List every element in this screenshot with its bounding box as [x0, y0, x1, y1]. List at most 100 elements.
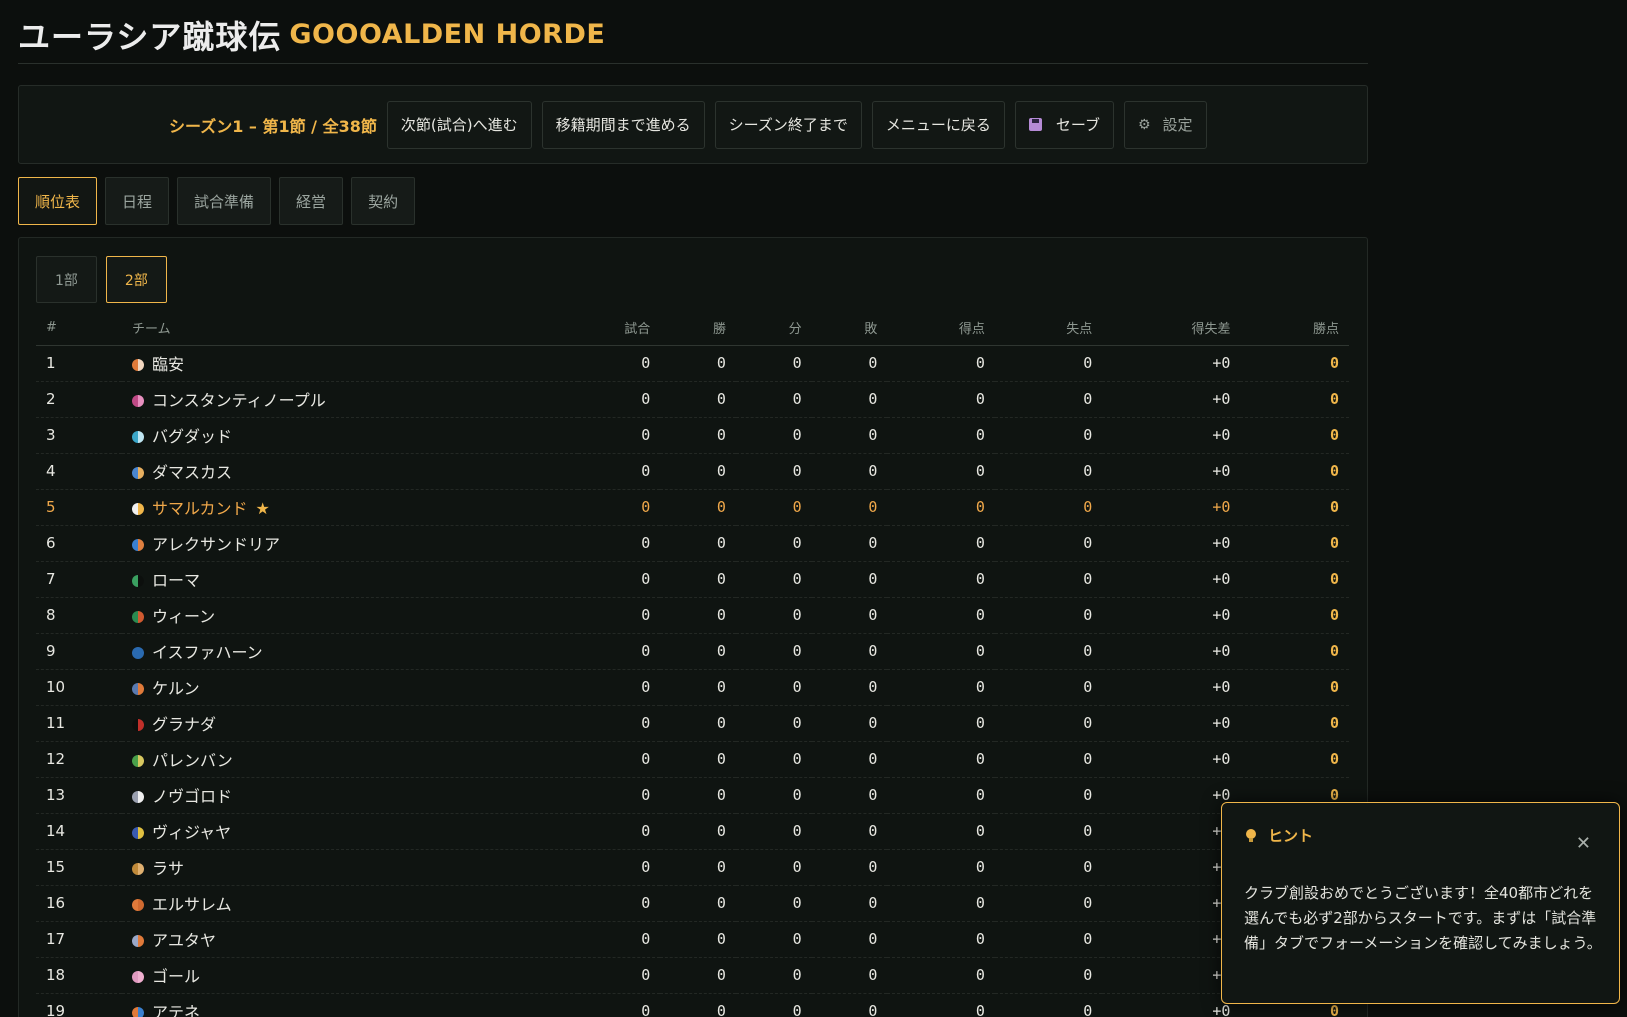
table-row[interactable]: 7 ローマ 0 0 0 0 0 0 +0 0 — [36, 561, 1349, 598]
table-row[interactable]: 14ヴィジャヤ000000+00 — [36, 813, 1349, 850]
tab-schedule[interactable]: 日程 — [105, 177, 170, 225]
goals-against-cell: 0 — [994, 669, 1103, 706]
table-row[interactable]: 8 ウィーン 0 0 0 0 0 0 +0 0 — [36, 597, 1349, 634]
goals-for-cell: 0 — [887, 345, 995, 382]
team-cell: ウィーン — [121, 597, 579, 634]
played-cell: 0 — [578, 489, 661, 526]
points-cell: 0 — [1240, 489, 1349, 526]
table-row[interactable]: 16エルサレム000000+00 — [36, 885, 1349, 922]
advance-to-transfer-button[interactable]: 移籍期間まで進める — [541, 100, 705, 149]
goals-for-cell: 0 — [887, 525, 995, 562]
tab-division-2-label: 2部 — [124, 272, 148, 289]
drawn-cell: 0 — [735, 561, 812, 598]
advance-to-season-end-button[interactable]: シーズン終了まで — [714, 100, 862, 149]
app-title: ユーラシア蹴球伝 — [18, 17, 282, 56]
table-row[interactable]: 18ゴール000000+00 — [36, 957, 1349, 994]
back-to-menu-button[interactable]: メニューに戻る — [871, 100, 1005, 149]
played-cell: 0 — [578, 849, 661, 886]
team-name: イスファハーン — [151, 643, 263, 662]
table-row[interactable]: 2 コンスタンティノープル 0 0 0 0 0 0 +0 0 — [36, 381, 1349, 418]
points-cell: 0 — [1240, 633, 1349, 670]
drawn-cell: 0 — [735, 885, 812, 922]
played-cell: 0 — [578, 777, 661, 814]
table-row[interactable]: 10 ケルン 0 0 0 0 0 0 +0 0 — [36, 669, 1349, 706]
goal-difference-cell: +0 — [1102, 345, 1241, 382]
table-row[interactable]: 6 アレクサンドリア 0 0 0 0 0 0 +0 0 — [36, 525, 1349, 562]
drawn-cell: 0 — [735, 813, 812, 850]
team-cell: ゴール — [121, 957, 579, 994]
tab-standings[interactable]: 順位表 — [18, 177, 98, 225]
club-crest-icon — [131, 611, 144, 623]
goals-against-cell: 0 — [994, 921, 1103, 958]
app-header: ユーラシア蹴球伝 GOOOALDEN HORDE — [18, 6, 1368, 64]
won-cell: 0 — [660, 813, 736, 850]
table-row[interactable]: 12 パレンバン 0 0 0 0 0 0 +0 0 — [36, 741, 1349, 778]
club-crest-icon — [131, 719, 144, 731]
drawn-cell: 0 — [735, 993, 812, 1017]
team-cell: ダマスカス — [121, 453, 579, 490]
goal-difference-cell: +0 — [1102, 885, 1241, 922]
table-row[interactable]: 13 ノヴゴロド 0 0 0 0 0 0 +0 0 — [36, 777, 1349, 814]
team-name: パレンバン — [151, 751, 233, 770]
settings-button[interactable]: ⚙ 設定 — [1123, 100, 1207, 149]
team-name: ゴール — [151, 967, 200, 986]
team-name: グラナダ — [151, 715, 216, 734]
tab-division-1[interactable]: 1部 — [36, 256, 97, 303]
club-crest-icon — [131, 467, 144, 479]
goals-against-cell: 0 — [994, 849, 1103, 886]
lost-cell: 0 — [811, 921, 888, 958]
team-name: コンスタンティノープル — [151, 391, 326, 410]
table-row[interactable]: 11 グラナダ 0 0 0 0 0 0 +0 0 — [36, 705, 1349, 742]
lost-cell: 0 — [811, 489, 888, 526]
rank-cell: 6 — [36, 525, 122, 562]
goals-for-cell: 0 — [887, 705, 995, 742]
played-cell: 0 — [578, 633, 661, 670]
close-icon[interactable]: ✕ — [1576, 833, 1591, 854]
won-cell: 0 — [660, 957, 736, 994]
save-button[interactable]: セーブ — [1014, 100, 1114, 149]
lost-cell: 0 — [811, 993, 888, 1017]
table-row[interactable]: 4 ダマスカス 0 0 0 0 0 0 +0 0 — [36, 453, 1349, 490]
goals-for-cell: 0 — [887, 489, 995, 526]
rank-cell: 3 — [36, 417, 122, 454]
lost-cell: 0 — [811, 453, 888, 490]
drawn-cell: 0 — [735, 633, 812, 670]
table-row[interactable]: 3 バグダッド 0 0 0 0 0 0 +0 0 — [36, 417, 1349, 454]
club-crest-icon — [131, 1007, 144, 1017]
points-cell: 0 — [1240, 705, 1349, 742]
tab-contracts[interactable]: 契約 — [351, 177, 416, 225]
won-cell: 0 — [660, 489, 736, 526]
next-match-label: 次節(試合)へ進む — [400, 116, 518, 134]
won-cell: 0 — [660, 525, 736, 562]
lost-cell: 0 — [811, 885, 888, 922]
table-row[interactable]: 1 臨安 0 0 0 0 0 0 +0 0 — [36, 345, 1349, 382]
lost-cell: 0 — [811, 345, 888, 382]
club-crest-icon — [131, 503, 144, 515]
table-row[interactable]: 15ラサ000000+00 — [36, 849, 1349, 886]
table-row[interactable]: 5 サマルカンド ★ 0 0 0 0 0 0 +0 0 — [36, 489, 1349, 526]
table-row[interactable]: 17アユタヤ000000+00 — [36, 921, 1349, 958]
col-goal-difference: 得失差 — [1102, 310, 1241, 346]
won-cell: 0 — [660, 741, 736, 778]
next-match-button[interactable]: 次節(試合)へ進む — [386, 100, 532, 149]
hint-popup: ヒント ✕ クラブ創設おめでとうございます！全40都市どれを選んでも必ず2部から… — [1221, 802, 1620, 1004]
club-crest-icon — [131, 359, 144, 371]
drawn-cell: 0 — [735, 849, 812, 886]
tab-match-prep[interactable]: 試合準備 — [177, 177, 272, 225]
tab-division-2[interactable]: 2部 — [105, 256, 167, 303]
tab-management[interactable]: 経営 — [279, 177, 344, 225]
club-crest-icon — [131, 647, 144, 659]
table-row[interactable]: 19 アテネ 0 0 0 0 0 0 +0 0 — [36, 993, 1349, 1017]
played-cell: 0 — [578, 993, 661, 1017]
back-to-menu-label: メニューに戻る — [885, 116, 991, 134]
goals-against-cell: 0 — [994, 345, 1103, 382]
club-crest-icon — [131, 863, 144, 875]
points-cell: 0 — [1240, 741, 1349, 778]
goal-difference-cell: +0 — [1102, 561, 1241, 598]
table-row[interactable]: 9 イスファハーン 0 0 0 0 0 0 +0 0 — [36, 633, 1349, 670]
advance-to-transfer-label: 移籍期間まで進める — [555, 116, 691, 134]
team-name: 臨安 — [151, 355, 184, 374]
club-crest-icon — [131, 935, 144, 947]
team-cell: アテネ — [121, 993, 579, 1017]
goals-for-cell: 0 — [887, 885, 995, 922]
